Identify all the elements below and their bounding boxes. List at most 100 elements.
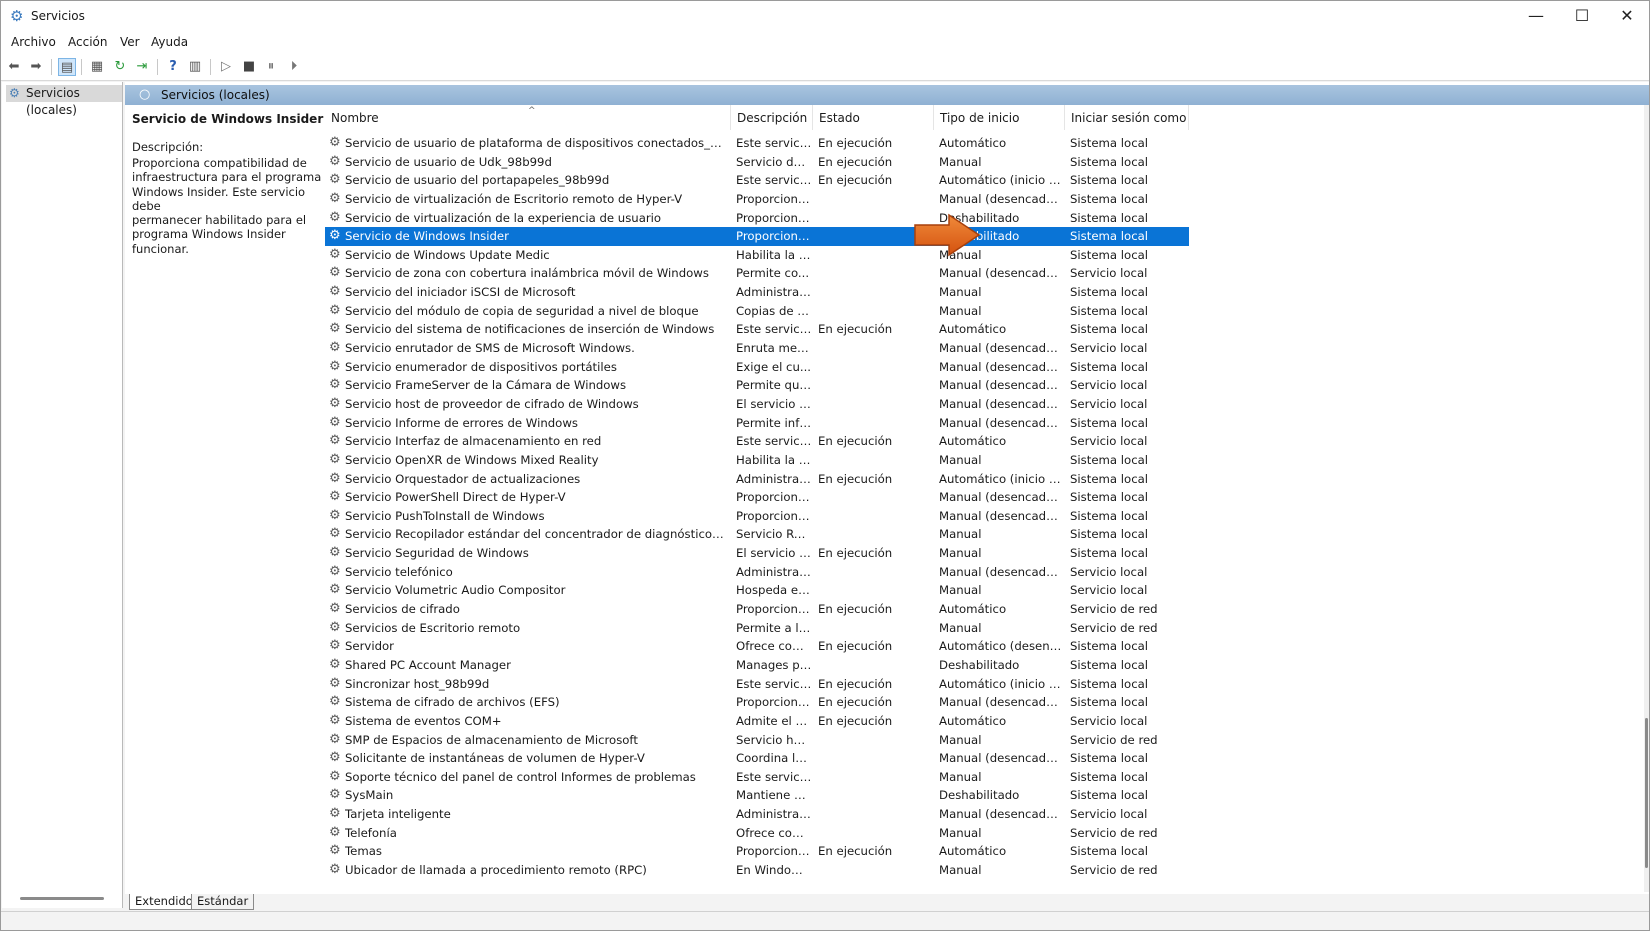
service-row[interactable]: ⚙ Servicio de virtualización de Escritori… <box>325 190 1643 209</box>
service-row[interactable]: ⚙ Servicio host de proveedor de cifrado d… <box>325 395 1643 414</box>
service-row[interactable]: ⚙ Servicio del sistema de notificaciones … <box>325 320 1643 339</box>
minimize-button[interactable]: — <box>1513 1 1559 31</box>
tab-estandar[interactable]: Estándar <box>191 894 255 910</box>
tab-extendido[interactable]: Extendido <box>129 894 199 910</box>
show-hide-tree-button[interactable]: ▤ <box>58 58 76 76</box>
service-row[interactable]: ⚙ Servicio del iniciador iSCSI de Microso… <box>325 283 1643 302</box>
horizontal-scrollbar[interactable] <box>20 897 104 900</box>
service-row[interactable]: ⚙ Servicio Orquestador de actualizaciones… <box>325 470 1643 489</box>
service-row-selected[interactable]: ⚙ Servicio de Windows Insider Proporciona.… <box>325 227 1189 246</box>
service-status-cell: En ejecución <box>818 639 893 654</box>
forward-button[interactable]: ➡ <box>27 58 45 76</box>
service-row[interactable]: ⚙ Temas Proporciona... En ejecución Automáti… <box>325 842 1643 861</box>
toolbar: ⬅ ➡ ▤ ▦ ↻ ⇥ ? ▥ ▷ ■ ⏸ ⏵ <box>1 54 1649 81</box>
service-row[interactable]: ⚙ Servicio de usuario de plataforma de di… <box>325 134 1643 153</box>
service-description-cell: Administra ... <box>736 807 812 822</box>
properties-button[interactable]: ▦ <box>88 58 106 76</box>
export-list-button[interactable]: ⇥ <box>133 58 151 76</box>
service-row[interactable]: ⚙ Ubicador de llamada a procedimiento rem… <box>325 861 1643 880</box>
service-row[interactable]: ⚙ Servicio PowerShell Direct de Hyper-V Pr… <box>325 488 1643 507</box>
service-gear-icon: ⚙ <box>329 414 341 430</box>
service-row[interactable]: ⚙ Servicio de usuario de Udk_98b99d Servic… <box>325 153 1643 172</box>
service-description-cell: Este servicio... <box>736 434 812 449</box>
service-status-cell: En ejecución <box>818 154 893 169</box>
service-name-cell: Soporte técnico del panel de control Inf… <box>345 769 696 784</box>
back-button[interactable]: ⬅ <box>5 58 23 76</box>
service-row[interactable]: ⚙ Servicios de cifrado Proporciona... En ej… <box>325 600 1643 619</box>
service-row[interactable]: ⚙ Servicio de usuario del portapapeles_98… <box>325 171 1643 190</box>
tree-item-services-local[interactable]: ⚙ Servicios (locales) <box>6 85 122 117</box>
start-service-button[interactable]: ▷ <box>217 58 235 76</box>
service-log-on-as-cell: Servicio de red <box>1070 862 1158 877</box>
service-row[interactable]: ⚙ Servicio telefónico Administra ... Manual… <box>325 563 1643 582</box>
service-gear-icon: ⚙ <box>329 470 341 486</box>
service-row[interactable]: ⚙ Servicio del módulo de copia de segurid… <box>325 302 1643 321</box>
menu-ver[interactable]: Ver <box>120 35 140 49</box>
service-row[interactable]: ⚙ Servicio enumerador de dispositivos por… <box>325 358 1643 377</box>
service-log-on-as-cell: Sistema local <box>1070 508 1149 523</box>
column-header-name[interactable]: ^ Nombre <box>325 105 731 130</box>
show-hide-action-pane-button[interactable]: ▥ <box>186 58 204 76</box>
menu-ayuda[interactable]: Ayuda <box>151 35 188 49</box>
stop-service-button[interactable]: ■ <box>240 58 258 76</box>
service-row[interactable]: ⚙ Servicio Volumetric Audio Compositor Hos… <box>325 581 1643 600</box>
service-row[interactable]: ⚙ Sincronizar host_98b99d Este servicio...… <box>325 675 1643 694</box>
service-name-cell: Servicio de virtualización de Escritorio… <box>345 191 683 206</box>
service-row[interactable]: ⚙ Servicio PushToInstall de Windows Propor… <box>325 507 1643 526</box>
close-button[interactable]: ✕ <box>1604 1 1649 31</box>
scrollbar-thumb[interactable] <box>1645 718 1648 868</box>
service-row[interactable]: ⚙ Telefonía Ofrece com... Manual Servicio de… <box>325 824 1643 843</box>
service-row[interactable]: ⚙ Servicio de zona con cobertura inalámbr… <box>325 264 1643 283</box>
menu-archivo[interactable]: Archivo <box>11 35 56 49</box>
pause-service-button[interactable]: ⏸ <box>262 58 280 76</box>
service-row[interactable]: ⚙ SMP de Espacios de almacenamiento de Mi… <box>325 731 1643 750</box>
refresh-button[interactable]: ↻ <box>111 58 129 76</box>
toolbar-separator <box>81 59 82 75</box>
service-name-cell: Servicio del módulo de copia de segurida… <box>345 303 699 318</box>
service-log-on-as-cell: Servicio de red <box>1070 602 1158 617</box>
service-log-on-as-cell: Sistema local <box>1070 303 1149 318</box>
service-row[interactable]: ⚙ Servicios de Escritorio remoto Permite a… <box>325 619 1643 638</box>
restart-service-button[interactable]: ⏵ <box>285 58 303 76</box>
service-row[interactable]: ⚙ Servicio OpenXR de Windows Mixed Realit… <box>325 451 1643 470</box>
service-row[interactable]: ⚙ Shared PC Account Manager Manages pr... D… <box>325 656 1643 675</box>
menu-accion[interactable]: Acción <box>68 35 107 49</box>
service-log-on-as-cell: Servicio local <box>1070 378 1148 393</box>
service-startup-type-cell: Manual (desencadenar... <box>939 695 1063 710</box>
service-startup-type-cell: Manual (desencadenar... <box>939 490 1063 505</box>
service-row[interactable]: ⚙ Servicio enrutador de SMS de Microsoft … <box>325 339 1643 358</box>
maximize-button[interactable]: ☐ <box>1559 1 1605 31</box>
service-row[interactable]: ⚙ Servicio FrameServer de la Cámara de Wi… <box>325 376 1643 395</box>
service-row[interactable]: ⚙ Servicio Informe de errores de Windows P… <box>325 414 1643 433</box>
service-row[interactable]: ⚙ Solicitante de instantáneas de volumen … <box>325 749 1643 768</box>
service-description-cell: Este servicio... <box>736 136 812 150</box>
service-row[interactable]: ⚙ Tarjeta inteligente Administra ... Manual… <box>325 805 1643 824</box>
service-row[interactable]: ⚙ Servicio de virtualización de la experi… <box>325 209 1643 228</box>
column-header-status[interactable]: Estado <box>813 105 934 130</box>
service-log-on-as-cell: Sistema local <box>1070 471 1149 486</box>
service-gear-icon: ⚙ <box>329 545 341 561</box>
description-text: Proporciona compatibilidad de infraestru… <box>132 156 328 256</box>
service-description-cell: Habilita la c... <box>736 247 812 262</box>
service-gear-icon: ⚙ <box>329 489 341 505</box>
service-row[interactable]: ⚙ Soporte técnico del panel de control In… <box>325 768 1643 787</box>
service-row[interactable]: ⚙ Servicio Interfaz de almacenamiento en … <box>325 432 1643 451</box>
service-row[interactable]: ⚙ Servicio de Windows Update Medic Habilit… <box>325 246 1643 265</box>
service-row[interactable]: ⚙ Servidor Ofrece com... En ejecución Automá… <box>325 637 1643 656</box>
service-description-cell: Ofrece com... <box>736 825 812 840</box>
service-startup-type-cell: Manual (desencadenar... <box>939 396 1063 411</box>
column-header-log-on-as[interactable]: Iniciar sesión como <box>1065 105 1189 130</box>
vertical-scrollbar[interactable] <box>1644 105 1649 892</box>
service-row[interactable]: ⚙ Sistema de cifrado de archivos (EFS) Pro… <box>325 693 1643 712</box>
service-row[interactable]: ⚙ Sistema de eventos COM+ Admite el Se... E… <box>325 712 1643 731</box>
column-header-startup-type[interactable]: Tipo de inicio <box>934 105 1065 130</box>
service-row[interactable]: ⚙ SysMain Mantiene y ... Deshabilitado Siste… <box>325 786 1643 805</box>
help-button[interactable]: ? <box>164 58 182 76</box>
column-header-description[interactable]: Descripción <box>731 105 813 130</box>
service-log-on-as-cell: Sistema local <box>1070 359 1149 374</box>
service-gear-icon: ⚙ <box>329 675 341 691</box>
service-row[interactable]: ⚙ Servicio Seguridad de Windows El servici… <box>325 544 1643 563</box>
service-startup-type-cell: Manual <box>939 154 982 169</box>
service-description-cell: Enruta mens... <box>736 341 812 356</box>
service-row[interactable]: ⚙ Servicio Recopilador estándar del conce… <box>325 525 1643 544</box>
